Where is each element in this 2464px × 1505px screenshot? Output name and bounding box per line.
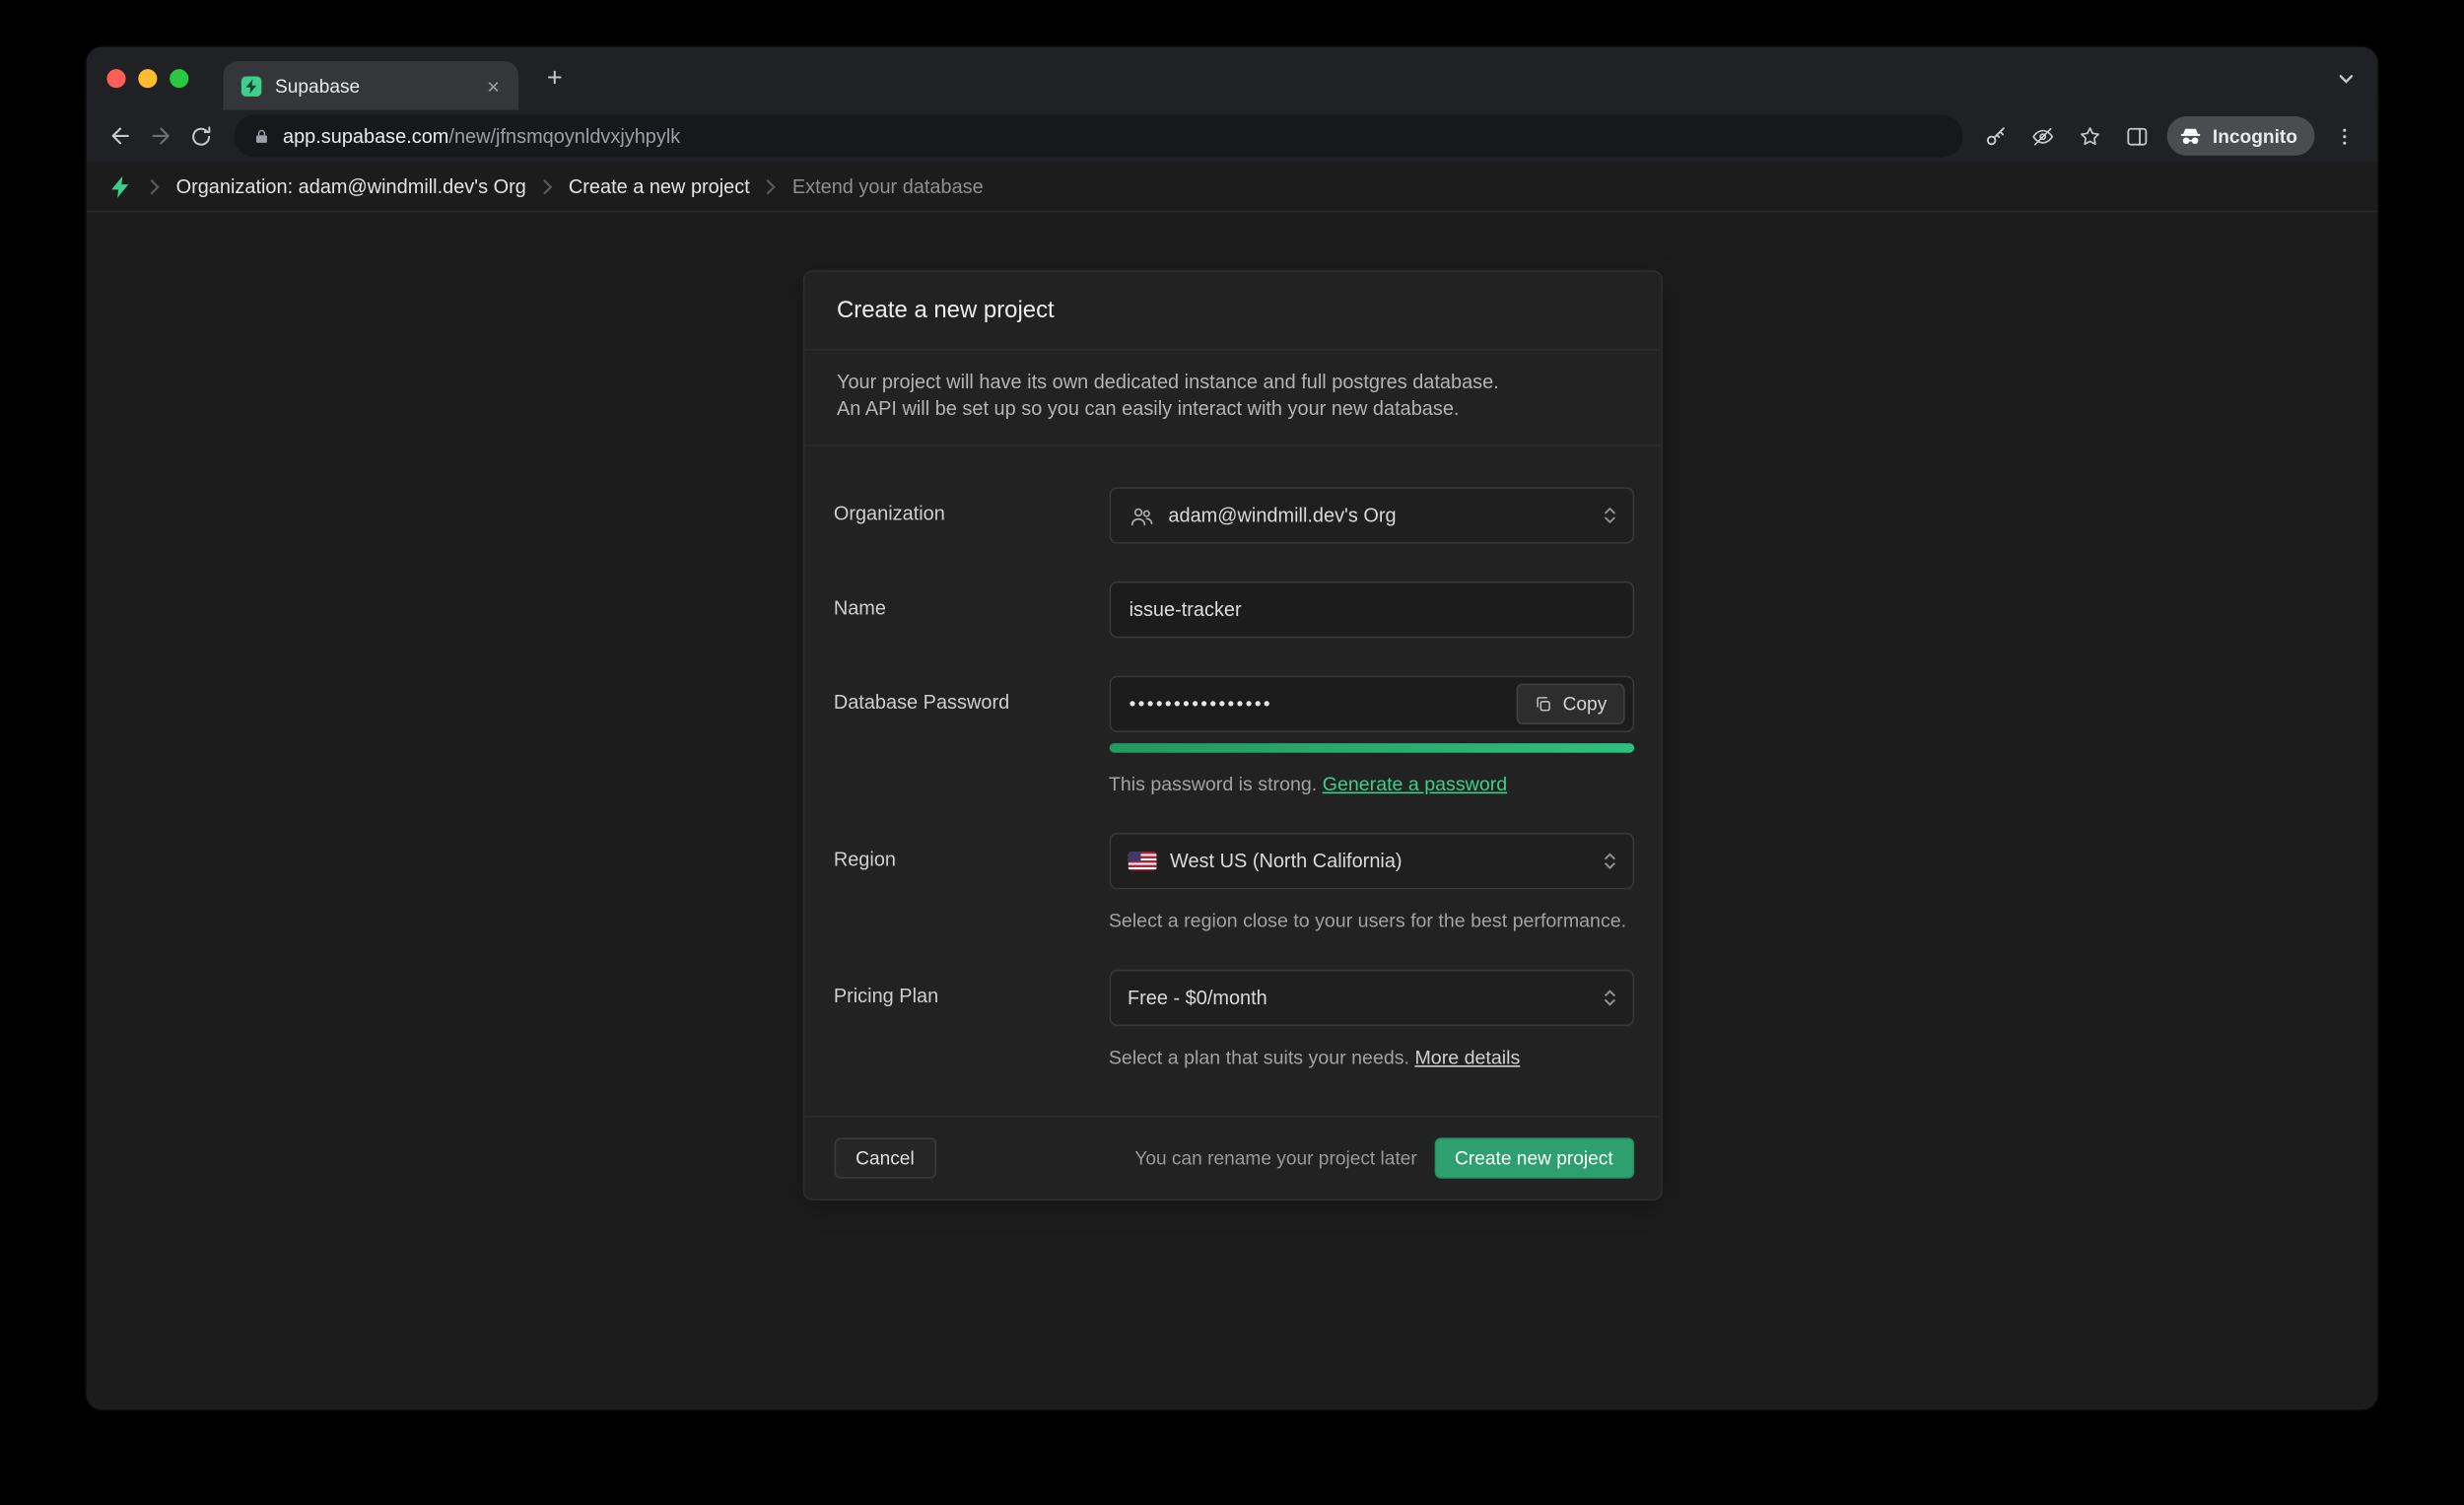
password-key-icon[interactable] bbox=[1975, 115, 2016, 156]
more-details-link[interactable]: More details bbox=[1414, 1047, 1520, 1068]
incognito-icon bbox=[2178, 123, 2204, 149]
url-text: app.supabase.com/new/jfnsmqoynldvxjyhpyl… bbox=[283, 125, 680, 147]
tab-title: Supabase bbox=[275, 75, 468, 97]
panel-form: Organization adam@windmill.dev's Org bbox=[804, 446, 1661, 1116]
password-label: Database Password bbox=[834, 676, 1109, 795]
copy-password-button[interactable]: Copy bbox=[1517, 684, 1623, 724]
tab-strip: Supabase × + bbox=[87, 47, 2378, 110]
supabase-favicon-icon bbox=[240, 75, 262, 97]
zoom-window-button[interactable] bbox=[170, 69, 188, 88]
tab-close-icon[interactable]: × bbox=[481, 72, 507, 101]
toolbar-right-icons: Incognito bbox=[1975, 115, 2364, 156]
browser-tab-supabase[interactable]: Supabase × bbox=[223, 61, 518, 109]
organization-select[interactable]: adam@windmill.dev's Org bbox=[1109, 487, 1634, 543]
copy-button-label: Copy bbox=[1563, 693, 1608, 715]
back-icon[interactable] bbox=[99, 115, 139, 156]
browser-window: Supabase × + app.su bbox=[87, 47, 2378, 1409]
region-select[interactable]: West US (North California) bbox=[1109, 833, 1634, 889]
tab-search-chevron-icon[interactable] bbox=[2337, 69, 2356, 88]
page-content: Create a new project Your project will h… bbox=[87, 212, 2378, 1409]
eye-off-icon[interactable] bbox=[2022, 115, 2063, 156]
plan-helper-text: Select a plan that suits your needs. Mor… bbox=[1109, 1047, 1634, 1068]
panel-header: Create a new project bbox=[804, 272, 1661, 351]
region-row: Region West US (North California) Selec bbox=[804, 833, 1661, 931]
name-label: Name bbox=[834, 581, 1109, 638]
chevron-right-icon bbox=[149, 178, 160, 194]
organization-value: adam@windmill.dev's Org bbox=[1168, 505, 1396, 526]
panel-description: Your project will have its own dedicated… bbox=[804, 351, 1661, 446]
region-label: Region bbox=[834, 833, 1109, 931]
password-strength-text: This password is strong. Generate a pass… bbox=[1109, 773, 1634, 794]
password-strength-bar bbox=[1109, 743, 1634, 753]
plan-value: Free - $0/month bbox=[1128, 987, 1267, 1008]
chevron-right-icon bbox=[766, 178, 777, 194]
create-new-project-button[interactable]: Create new project bbox=[1434, 1137, 1633, 1178]
chevron-right-icon bbox=[542, 178, 553, 194]
password-row: Database Password Copy bbox=[804, 676, 1661, 795]
rename-hint-text: You can rename your project later bbox=[1134, 1147, 1416, 1169]
window-controls bbox=[87, 69, 211, 88]
description-line-1: Your project will have its own dedicated… bbox=[837, 370, 1627, 396]
incognito-label: Incognito bbox=[2213, 125, 2297, 147]
supabase-app: Organization: adam@windmill.dev's Org Cr… bbox=[87, 162, 2378, 1409]
pricing-plan-row: Pricing Plan Free - $0/month Select a p bbox=[804, 970, 1661, 1068]
browser-menu-kebab-icon[interactable] bbox=[2324, 115, 2364, 156]
panel-footer: Cancel You can rename your project later… bbox=[804, 1116, 1661, 1199]
create-project-panel: Create a new project Your project will h… bbox=[802, 270, 1662, 1200]
project-name-input[interactable] bbox=[1109, 581, 1634, 638]
organization-label: Organization bbox=[834, 487, 1109, 543]
screen: Supabase × + app.su bbox=[0, 0, 2464, 1505]
select-chevrons-icon bbox=[1602, 503, 1615, 528]
url-path: /new/jfnsmqoynldvxjyhpylk bbox=[448, 125, 680, 147]
strength-message: This password is strong. bbox=[1109, 773, 1317, 794]
select-chevrons-icon bbox=[1602, 986, 1615, 1011]
address-bar[interactable]: app.supabase.com/new/jfnsmqoynldvxjyhpyl… bbox=[235, 114, 1963, 157]
us-flag-icon bbox=[1128, 852, 1156, 870]
plan-helper-message: Select a plan that suits your needs. bbox=[1109, 1047, 1409, 1068]
close-window-button[interactable] bbox=[106, 69, 125, 88]
side-panel-icon[interactable] bbox=[2117, 115, 2157, 156]
pricing-plan-label: Pricing Plan bbox=[834, 970, 1109, 1068]
reload-icon[interactable] bbox=[180, 115, 221, 156]
generate-password-link[interactable]: Generate a password bbox=[1323, 773, 1507, 794]
lock-icon bbox=[253, 126, 271, 145]
cancel-button[interactable]: Cancel bbox=[834, 1137, 936, 1178]
breadcrumb-organization[interactable]: Organization: adam@windmill.dev's Org bbox=[176, 175, 526, 197]
breadcrumb-extend-database: Extend your database bbox=[792, 175, 984, 197]
supabase-logo-icon[interactable] bbox=[108, 173, 134, 199]
page-title: Create a new project bbox=[837, 297, 1627, 323]
region-value: West US (North California) bbox=[1170, 851, 1403, 872]
bookmark-star-icon[interactable] bbox=[2070, 115, 2110, 156]
new-tab-button[interactable]: + bbox=[534, 58, 575, 99]
browser-toolbar: app.supabase.com/new/jfnsmqoynldvxjyhpyl… bbox=[87, 110, 2378, 163]
breadcrumb: Organization: adam@windmill.dev's Org Cr… bbox=[87, 162, 2378, 212]
organization-row: Organization adam@windmill.dev's Org bbox=[804, 487, 1661, 543]
description-line-2: An API will be set up so you can easily … bbox=[837, 396, 1627, 423]
breadcrumb-create-project[interactable]: Create a new project bbox=[569, 175, 750, 197]
region-helper-text: Select a region close to your users for … bbox=[1109, 910, 1634, 931]
minimize-window-button[interactable] bbox=[138, 69, 157, 88]
forward-icon[interactable] bbox=[140, 115, 180, 156]
users-icon bbox=[1128, 504, 1154, 527]
url-domain: app.supabase.com bbox=[283, 125, 448, 147]
select-chevrons-icon bbox=[1602, 849, 1615, 874]
pricing-plan-select[interactable]: Free - $0/month bbox=[1109, 970, 1634, 1026]
name-row: Name bbox=[804, 581, 1661, 638]
incognito-profile-chip[interactable]: Incognito bbox=[2167, 116, 2315, 156]
copy-icon bbox=[1535, 695, 1553, 714]
footer-right-group: You can rename your project later Create… bbox=[1134, 1137, 1633, 1178]
